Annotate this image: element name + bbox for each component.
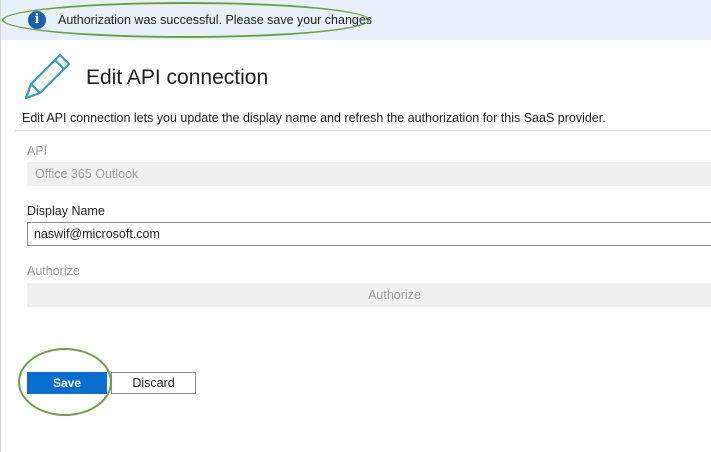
authorize-button[interactable]: Authorize bbox=[27, 283, 711, 307]
notification-message: Authorization was successful. Please sav… bbox=[58, 13, 373, 27]
window-border bbox=[0, 0, 1, 452]
header-divider bbox=[15, 130, 711, 131]
display-name-input[interactable] bbox=[27, 222, 711, 246]
display-name-label: Display Name bbox=[27, 204, 105, 218]
info-icon: i bbox=[28, 11, 46, 29]
api-label: API bbox=[27, 144, 48, 158]
page-title: Edit API connection bbox=[86, 66, 269, 89]
page-description: Edit API connection lets you update the … bbox=[22, 111, 606, 125]
api-field: Office 365 Outlook bbox=[27, 162, 711, 186]
authorize-label: Authorize bbox=[27, 264, 80, 278]
authorize-button-label: Authorize bbox=[368, 288, 421, 302]
pencil-icon bbox=[24, 53, 71, 100]
discard-button[interactable]: Discard bbox=[111, 372, 196, 394]
save-button[interactable]: Save bbox=[27, 372, 107, 394]
notification-banner: i Authorization was successful. Please s… bbox=[1, 0, 711, 40]
